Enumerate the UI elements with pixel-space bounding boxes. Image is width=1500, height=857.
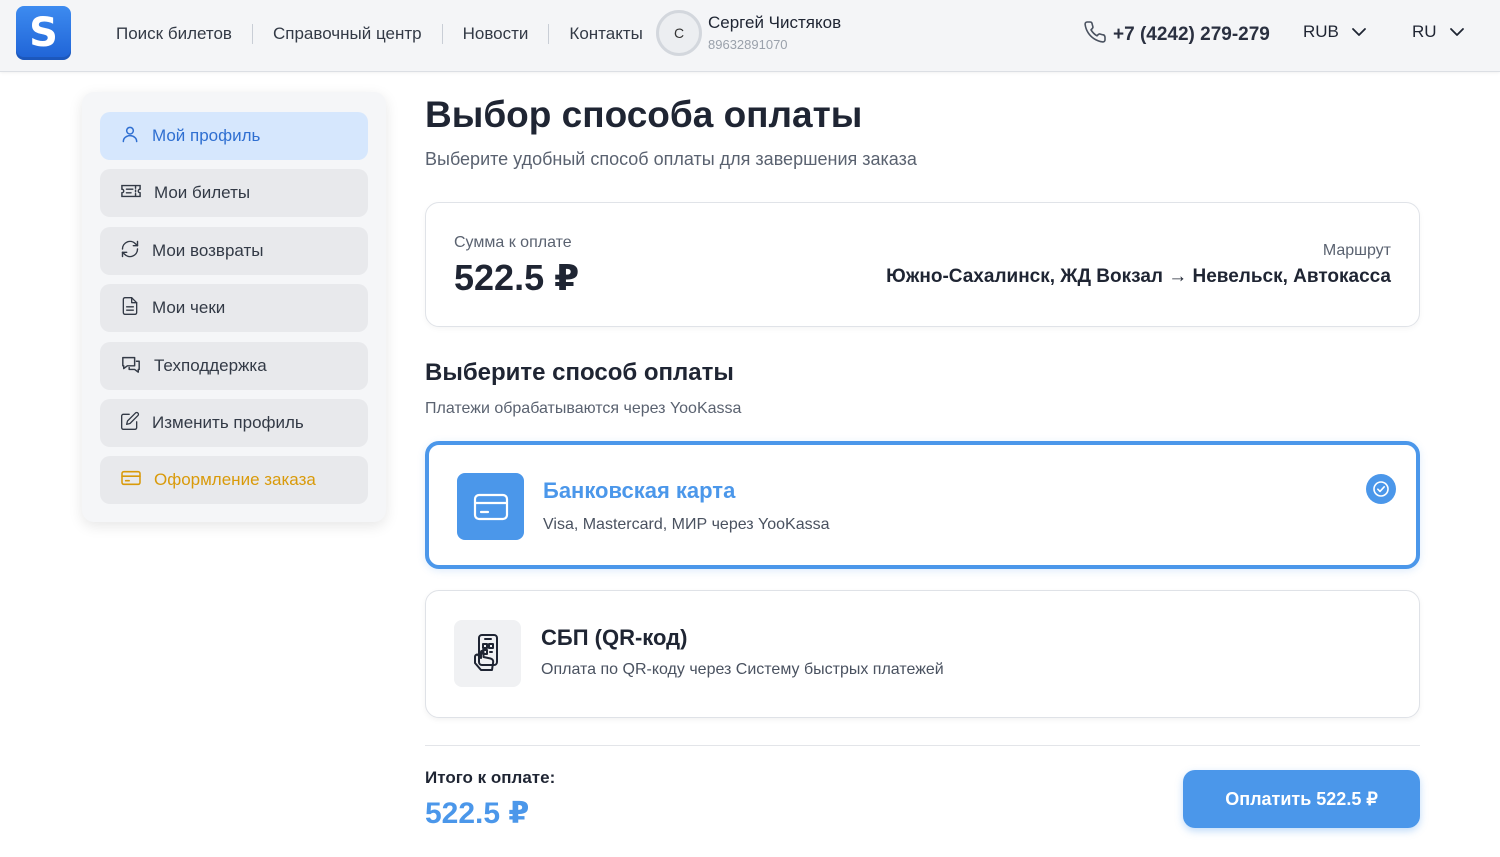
chat-icon	[120, 354, 142, 379]
currency-value: RUB	[1303, 22, 1339, 41]
nav-ticket-search[interactable]: Поиск билетов	[96, 24, 253, 44]
mobile-qr-icon	[454, 620, 521, 687]
main-nav: Поиск билетов Справочный центр Новости К…	[96, 22, 663, 46]
payment-option-bank-card[interactable]: Банковская карта Visa, Mastercard, МИР ч…	[425, 441, 1420, 569]
sidebar-item-tickets[interactable]: Мои билеты	[100, 169, 368, 217]
currency-select[interactable]: RUB	[1303, 22, 1367, 42]
credit-card-icon	[457, 473, 524, 540]
edit-icon	[120, 411, 140, 436]
total-value: 522.5 ₽	[425, 797, 530, 830]
sidebar-item-returns[interactable]: Мои возвраты	[100, 227, 368, 275]
nav-news[interactable]: Новости	[443, 24, 550, 44]
sidebar-item-support[interactable]: Техподдержка	[100, 342, 368, 390]
route-label: Маршрут	[1322, 242, 1391, 259]
avatar[interactable]: С	[656, 10, 702, 56]
chevron-down-icon	[1351, 22, 1367, 42]
chevron-down-icon	[1449, 22, 1465, 42]
sidebar-item-label: Изменить профиль	[152, 413, 304, 432]
payment-methods-subtitle: Платежи обрабатываются через YooKassa	[425, 400, 742, 417]
sidebar-item-edit-profile[interactable]: Изменить профиль	[100, 399, 368, 447]
amount-label: Сумма к оплате	[454, 234, 572, 251]
sidebar-item-label: Оформление заказа	[154, 470, 316, 489]
sidebar-item-checkout[interactable]: Оформление заказа	[100, 456, 368, 504]
nav-help-center[interactable]: Справочный центр	[253, 24, 443, 44]
language-value: RU	[1412, 22, 1437, 41]
total-label: Итого к оплате:	[425, 768, 556, 787]
user-phone: 89632891070	[708, 37, 788, 52]
payment-option-title: Банковская карта	[543, 478, 736, 503]
amount-value: 522.5 ₽	[454, 257, 580, 298]
page-subtitle: Выберите удобный способ оплаты для завер…	[425, 149, 917, 169]
route-value: Южно-Сахалинск, ЖД Вокзал → Невельск, Ав…	[886, 266, 1391, 287]
sidebar-item-label: Мои билеты	[154, 183, 251, 202]
payment-methods-title: Выберите способ оплаты	[425, 359, 734, 386]
document-icon	[120, 296, 140, 321]
support-phone[interactable]: +7 (4242) 279-279	[1083, 20, 1270, 49]
user-name[interactable]: Сергей Чистяков	[708, 13, 841, 33]
logo[interactable]: S	[16, 6, 71, 60]
page-title: Выбор способа оплаты	[425, 94, 863, 135]
refresh-icon	[120, 239, 140, 264]
check-circle-icon	[1366, 474, 1396, 504]
sidebar-item-receipts[interactable]: Мои чеки	[100, 284, 368, 332]
sidebar: Мой профиль Мои билеты Мои возвраты Мои …	[82, 92, 386, 522]
credit-card-icon	[120, 469, 142, 492]
pay-button[interactable]: Оплатить 522.5 ₽	[1183, 770, 1420, 828]
payment-option-desc: Оплата по QR-коду через Систему быстрых …	[541, 661, 944, 678]
nav-contacts[interactable]: Контакты	[549, 24, 662, 44]
payment-option-title: СБП (QR-код)	[541, 625, 688, 650]
sidebar-item-label: Мои возвраты	[152, 241, 264, 260]
sidebar-item-profile[interactable]: Мой профиль	[100, 112, 368, 160]
payment-option-desc: Visa, Mastercard, МИР через YooKassa	[543, 516, 830, 533]
sidebar-item-label: Мой профиль	[152, 126, 261, 145]
language-select[interactable]: RU	[1412, 22, 1465, 42]
sidebar-item-label: Мои чеки	[152, 298, 226, 317]
divider	[425, 745, 1420, 746]
user-icon	[120, 124, 140, 149]
payment-option-sbp[interactable]: СБП (QR-код) Оплата по QR-коду через Сис…	[425, 590, 1420, 718]
phone-number: +7 (4242) 279-279	[1113, 23, 1270, 45]
order-summary-card: Сумма к оплате 522.5 ₽ Маршрут Южно-Саха…	[425, 202, 1420, 327]
ticket-icon	[120, 181, 142, 206]
top-header: S Поиск билетов Справочный центр Новости…	[0, 0, 1500, 72]
phone-icon	[1083, 20, 1107, 49]
sidebar-item-label: Техподдержка	[154, 356, 267, 375]
